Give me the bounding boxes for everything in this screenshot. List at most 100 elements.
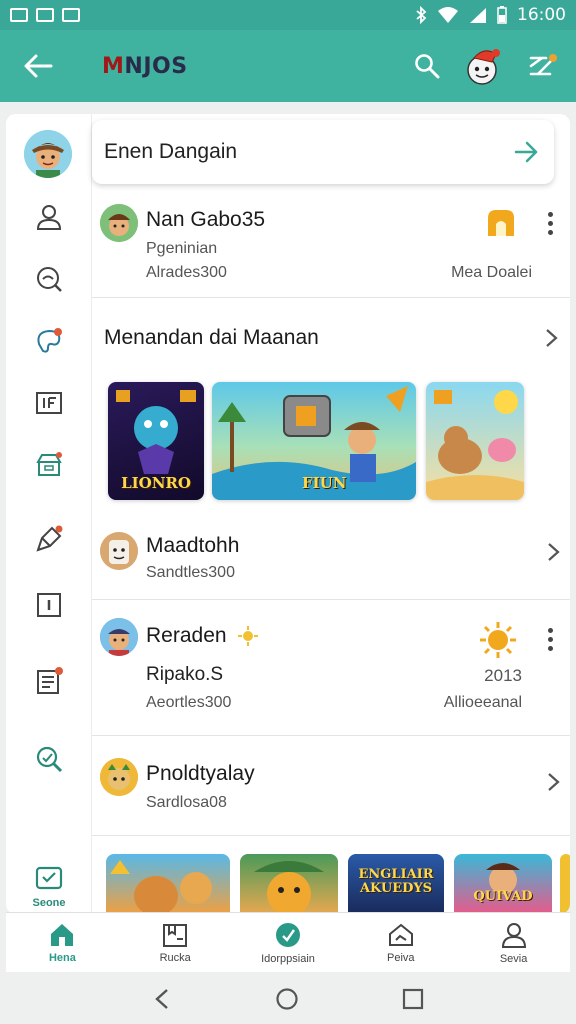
game-thumbnail-label: LIONRO (121, 474, 191, 492)
back-arrow-icon (24, 54, 53, 78)
row-subtitle: Sandtles300 (146, 564, 235, 581)
list-item[interactable]: Reraden Ripako.S Aeortles300 2013 Allioe… (92, 600, 570, 736)
row-avatar (100, 532, 138, 570)
arrow-right-icon[interactable] (514, 141, 540, 163)
game-thumbnail[interactable] (560, 854, 570, 914)
content-area: Enen Dangain Nan Gabo35 Pgeninian Alrade… (92, 114, 570, 914)
gold-badge-icon (488, 210, 514, 236)
rail-store-item[interactable]: Seone (26, 864, 72, 909)
chat-search-icon[interactable] (34, 264, 64, 294)
store-bag-icon (35, 866, 63, 890)
bottom-navigation: Hena Rucka Idorppsiain Peiva Sevia (6, 912, 570, 972)
nav-label: Idorppsiain (261, 952, 315, 965)
avatar-character-icon (100, 618, 138, 656)
bluetooth-icon (416, 6, 427, 24)
system-navigation (0, 974, 576, 1024)
more-options-button[interactable] (540, 212, 560, 235)
search-icon[interactable] (414, 53, 440, 79)
row-title: Pnoldtyalay (146, 762, 255, 785)
system-recents-icon[interactable] (402, 988, 424, 1010)
nav-label: Rucka (159, 951, 191, 964)
game-art-image (254, 861, 324, 914)
notification-icon (10, 8, 28, 22)
side-rail: Seone (6, 114, 92, 914)
list-item[interactable]: Maadtohh Sandtles300 (92, 510, 570, 600)
game-thumbnail-label: ENGLIAIR AKUEDYS (358, 867, 434, 897)
rail-store-label: Seone (32, 897, 66, 909)
nav-item-books[interactable]: Rucka (119, 913, 232, 972)
image-notification-icon (36, 8, 54, 22)
row-meta: Alrades300 (146, 264, 227, 281)
nav-item-house[interactable]: Peiva (344, 913, 457, 972)
game-thumbnail-label: QUIVAD (473, 889, 533, 904)
row-title: Maadtohh (146, 534, 240, 557)
chart-notification-icon (62, 8, 80, 22)
game-art-image (110, 860, 212, 914)
game-art-image (426, 390, 524, 500)
battery-icon (497, 6, 507, 24)
game-thumbnail[interactable]: ENGLIAIR AKUEDYS (348, 854, 444, 914)
avatar-character-icon (100, 532, 138, 570)
row-right-meta: Mea Doalei (451, 264, 532, 281)
chevron-right-icon[interactable] (546, 540, 562, 564)
chevron-right-icon[interactable] (546, 770, 562, 794)
row-subtitle: Sardlosa08 (146, 794, 227, 811)
row-subtitle: Ripako.S (146, 664, 224, 685)
nav-item-explore[interactable]: Idorppsiain (232, 913, 345, 972)
sun-icon (480, 622, 516, 658)
nav-label: Hena (48, 951, 76, 964)
main-card: Seone Enen Dangain Nan Gabo35 Pgeninian … (6, 114, 570, 914)
back-button[interactable] (18, 46, 58, 86)
status-time: 16:00 (517, 5, 566, 25)
app-bar: MNJOS (0, 30, 576, 102)
system-back-icon[interactable] (152, 987, 172, 1011)
row-right-meta: Allioeeanal (443, 694, 522, 711)
person-icon (501, 922, 526, 948)
game-thumbnail[interactable]: LIONRO (108, 382, 204, 500)
home-icon (51, 923, 74, 946)
person-icon[interactable] (34, 202, 64, 232)
game-thumbnail-label: FIUN (302, 474, 347, 492)
game-thumbnail[interactable] (426, 382, 524, 500)
row-subtitle: Pgeninian (146, 240, 218, 257)
avatar-character-icon (24, 130, 72, 178)
game-thumbnail[interactable]: QUIVAD (454, 854, 552, 914)
row-avatar (100, 758, 138, 796)
signal-icon (470, 8, 486, 23)
sparkle-icon (238, 626, 258, 646)
more-options-button[interactable] (540, 628, 560, 651)
info-box-icon[interactable] (34, 590, 64, 620)
search-zoom-icon[interactable] (34, 744, 64, 774)
edit-notification-icon[interactable] (528, 52, 558, 80)
list-item[interactable]: Pnoldtyalay Sardlosa08 (92, 736, 570, 836)
nav-item-profile[interactable]: Sevia (457, 913, 570, 972)
profile-avatar[interactable] (24, 130, 72, 178)
film-icon[interactable] (34, 388, 64, 418)
section-title: Menandan dai Maanan (104, 326, 319, 349)
store-icon[interactable] (34, 450, 64, 480)
row-avatar (100, 618, 138, 656)
palette-icon[interactable] (34, 326, 64, 356)
search-card-text: Enen Dangain (104, 140, 238, 163)
search-card[interactable]: Enen Dangain (92, 120, 554, 184)
game-art-image (486, 863, 520, 894)
nav-item-home[interactable]: Hena (6, 913, 119, 972)
nav-label: Peiva (387, 951, 415, 964)
row-meta: Aeortles300 (146, 694, 232, 711)
system-home-icon[interactable] (275, 987, 299, 1011)
list-item[interactable]: Nan Gabo35 Pgeninian Alrades300 Mea Doal… (92, 196, 570, 298)
mascot-icon[interactable] (462, 44, 506, 88)
avatar-character-icon (100, 758, 138, 796)
status-bar: 16:00 (0, 0, 576, 30)
game-thumbnail[interactable] (240, 854, 338, 914)
game-thumbnail[interactable]: FIUN (212, 382, 416, 500)
document-icon[interactable] (34, 666, 64, 696)
tag-pen-icon[interactable] (34, 524, 64, 554)
row-title: Nan Gabo35 (146, 208, 266, 231)
chevron-right-icon[interactable] (544, 326, 560, 350)
avatar-character-icon (100, 204, 138, 242)
game-thumbnail[interactable] (106, 854, 230, 914)
book-icon (163, 923, 188, 947)
wifi-icon (438, 7, 458, 23)
row-title: Reraden (146, 624, 227, 647)
